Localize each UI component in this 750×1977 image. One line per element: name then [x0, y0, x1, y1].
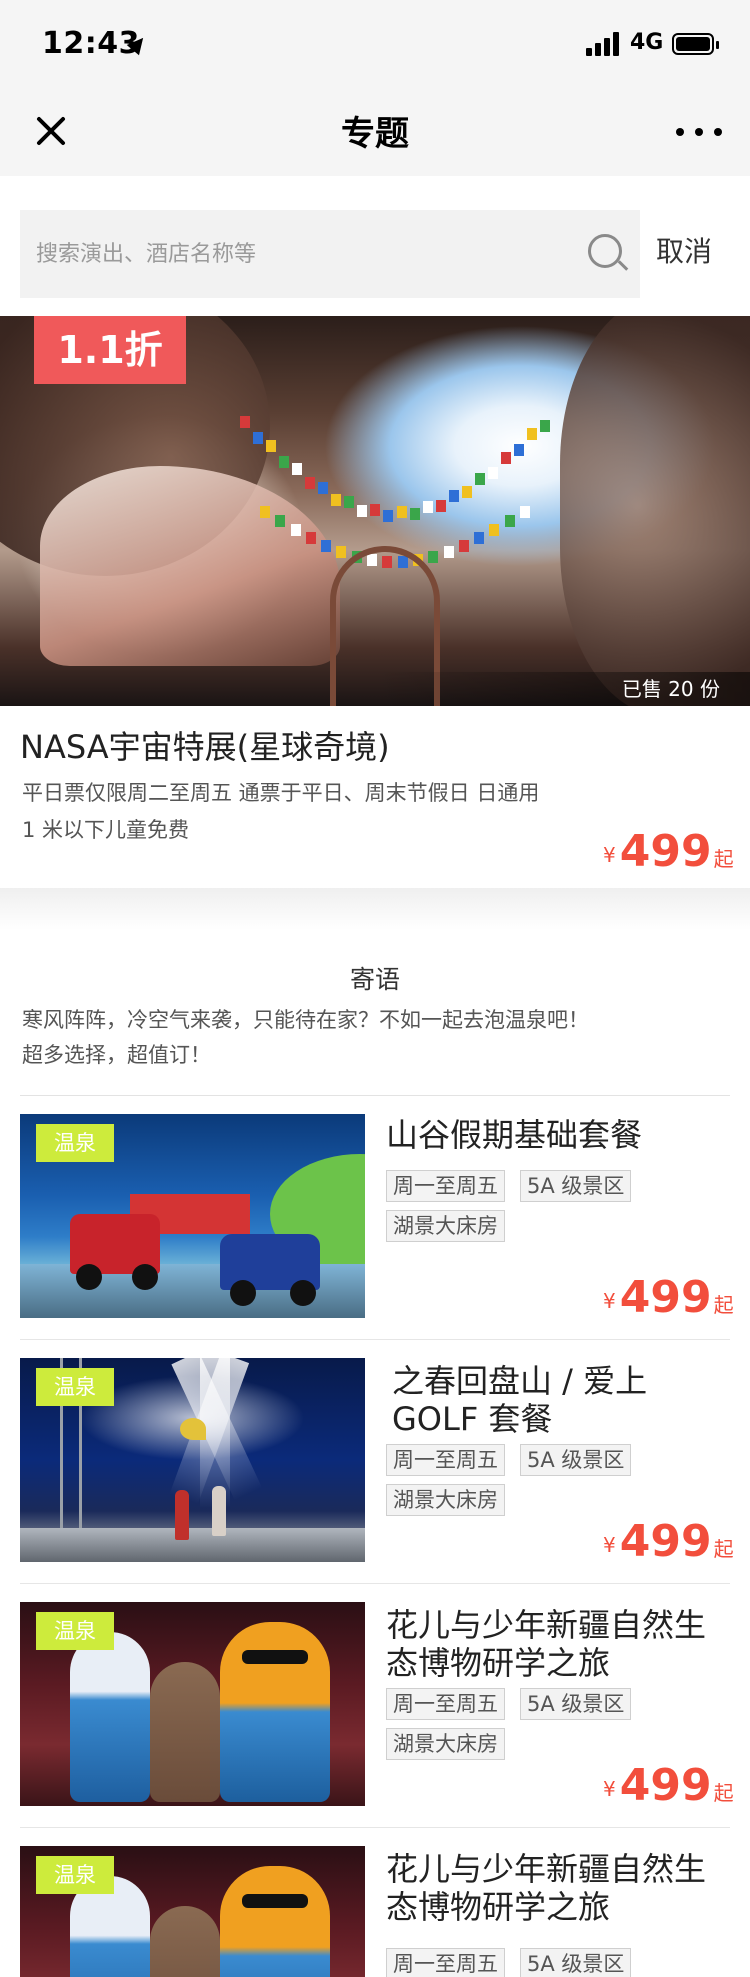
package-name: 之春回盘山 / 爱上 GOLF 套餐: [392, 1362, 648, 1438]
price-suffix: 起: [713, 847, 734, 871]
package-price: ¥499 起: [603, 1516, 734, 1567]
search-icon[interactable]: [588, 234, 629, 274]
package-tag: 温泉: [36, 1368, 114, 1406]
package-chip: 周一至周五: [386, 1170, 505, 1202]
package-item[interactable]: 温泉 花儿与少年新疆自然生态博物研学之旅 周一至周五 5A 级景区 湖景大床房 …: [0, 1584, 750, 1828]
package-chip: 湖景大床房: [386, 1728, 505, 1760]
section-divider: [0, 888, 750, 930]
package-price: ¥499 起: [603, 1272, 734, 1323]
price-value: 499: [619, 1516, 712, 1567]
currency-symbol: ¥: [603, 1533, 616, 1557]
package-chip: 湖景大床房: [386, 1210, 505, 1242]
currency-symbol: ¥: [603, 1289, 616, 1313]
featured-title[interactable]: NASA宇宙特展(星球奇境): [20, 722, 390, 768]
package-name: 花儿与少年新疆自然生态博物研学之旅: [386, 1606, 707, 1682]
price-suffix: 起: [713, 1781, 734, 1805]
package-tag: 温泉: [36, 1124, 114, 1162]
package-chip: 周一至周五: [386, 1948, 505, 1977]
package-chip: 5A 级景区: [520, 1170, 632, 1202]
status-bar: 12:43 4G: [0, 0, 750, 88]
cancel-button[interactable]: 取消: [656, 230, 712, 270]
package-name: 山谷假期基础套餐: [386, 1116, 643, 1154]
price-value: 499: [619, 826, 712, 877]
featured-info-line: 平日票仅限周二至周五 通票于平日、周末节假日 日通用: [22, 781, 540, 805]
nav-bar: 专题: [0, 88, 750, 176]
signal-icon: [586, 32, 622, 56]
featured-price: ¥499 起: [603, 826, 734, 877]
package-chip: 湖景大床房: [386, 1484, 505, 1516]
sold-count: 已售 20 份: [621, 677, 720, 701]
message-line: 超多选择，超值订！: [22, 1043, 211, 1067]
package-item[interactable]: 温泉 山谷假期基础套餐 周一至周五 5A 级景区 湖景大床房 ¥499 起: [0, 1096, 750, 1340]
battery-icon: [672, 33, 719, 55]
package-chip: 5A 级景区: [520, 1688, 632, 1720]
network-label: 4G: [630, 30, 664, 55]
package-name: 花儿与少年新疆自然生态博物研学之旅: [386, 1850, 707, 1926]
price-suffix: 起: [713, 1293, 734, 1317]
price-value: 499: [619, 1760, 712, 1811]
more-icon[interactable]: [676, 128, 722, 136]
package-tag: 温泉: [36, 1856, 114, 1894]
currency-symbol: ¥: [603, 1777, 616, 1801]
price-suffix: 起: [713, 1537, 734, 1561]
status-time: 12:43: [42, 26, 140, 61]
package-item[interactable]: 温泉 之春回盘山 / 爱上 GOLF 套餐 周一至周五 5A 级景区 湖景大床房…: [0, 1340, 750, 1584]
page-title: 专题: [341, 114, 409, 154]
package-chip: 周一至周五: [386, 1444, 505, 1476]
discount-badge: 1.1折: [34, 316, 186, 384]
search-input[interactable]: [36, 210, 556, 298]
currency-symbol: ¥: [603, 843, 616, 867]
message-title: 寄语: [349, 965, 400, 994]
package-chip: 5A 级景区: [520, 1948, 632, 1977]
package-chip: 5A 级景区: [520, 1444, 632, 1476]
package-item[interactable]: 温泉 花儿与少年新疆自然生态博物研学之旅 周一至周五 5A 级景区: [0, 1828, 750, 1977]
search-box: [20, 210, 640, 298]
message-line: 寒风阵阵，冷空气来袭，只能待在家？不如一起去泡温泉吧！: [22, 1008, 589, 1032]
package-chip: 周一至周五: [386, 1688, 505, 1720]
package-price: ¥499 起: [603, 1760, 734, 1811]
price-value: 499: [619, 1272, 712, 1323]
featured-info-line: 1 米以下儿童免费: [22, 818, 190, 842]
package-tag: 温泉: [36, 1612, 114, 1650]
